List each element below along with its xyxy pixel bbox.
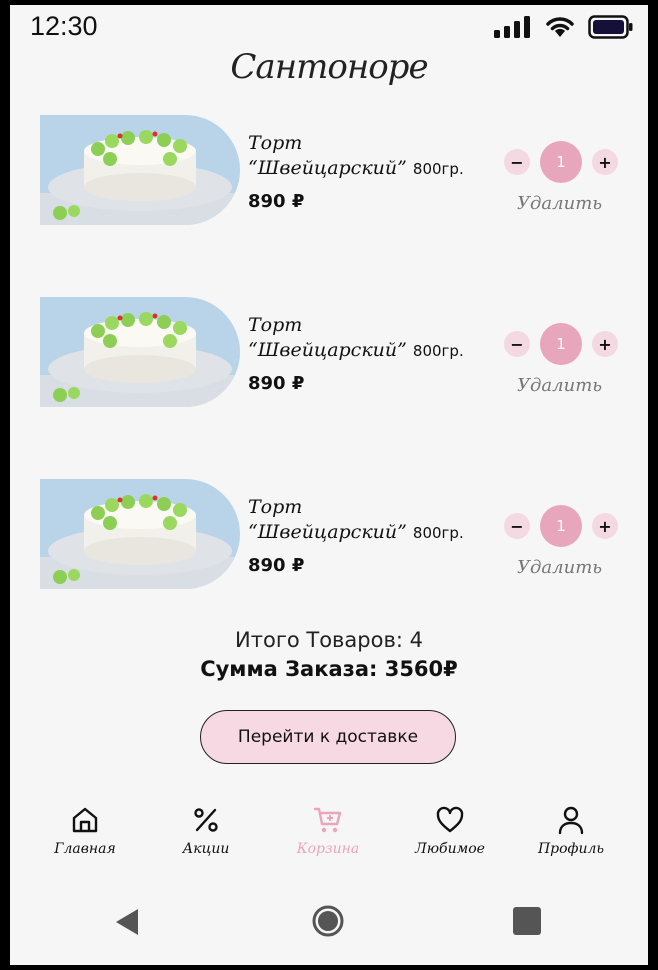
- cart-screen: 12:30 Сантоноре Торт “Швейцарский” 800гр…: [10, 5, 648, 965]
- tab-label: Любимое: [415, 841, 485, 857]
- recents-icon[interactable]: [513, 907, 541, 935]
- battery-icon: [588, 15, 633, 39]
- tab-home[interactable]: Главная: [35, 805, 135, 857]
- tab-favorites[interactable]: Любимое: [400, 805, 500, 857]
- quantity-stepper: − 1 +: [504, 141, 618, 183]
- cart-item: Торт “Швейцарский” 800гр. 890 ₽ − 1 + Уд…: [10, 479, 648, 589]
- product-name: Торт “Швейцарский” 800гр.: [248, 496, 464, 543]
- status-icons: [494, 15, 634, 39]
- tab-label: Акции: [182, 841, 230, 857]
- quantity-value: 1: [540, 323, 582, 365]
- cart-item: Торт “Швейцарский” 800гр. 890 ₽ − 1 + Уд…: [10, 297, 648, 407]
- tab-cart[interactable]: Корзина: [278, 805, 378, 857]
- increase-button[interactable]: +: [592, 513, 618, 539]
- brand-logo: Сантоноре: [230, 47, 428, 87]
- remove-button[interactable]: Удалить: [517, 193, 602, 214]
- product-weight: 800гр.: [412, 342, 464, 360]
- wifi-icon: [546, 17, 574, 37]
- cart-item: Торт “Швейцарский” 800гр. 890 ₽ − 1 + Уд…: [10, 115, 648, 225]
- decrease-button[interactable]: −: [504, 149, 530, 175]
- product-weight: 800гр.: [412, 524, 464, 542]
- increase-button[interactable]: +: [592, 149, 618, 175]
- tab-label: Профиль: [537, 841, 605, 857]
- product-image[interactable]: [40, 115, 240, 225]
- product-price: 890 ₽: [248, 555, 305, 576]
- back-icon[interactable]: [114, 907, 140, 937]
- remove-button[interactable]: Удалить: [517, 557, 602, 578]
- signal-icon: [494, 16, 530, 38]
- status-time: 12:30: [30, 11, 98, 41]
- product-weight: 800гр.: [412, 160, 464, 178]
- product-price: 890 ₽: [248, 191, 305, 212]
- quantity-stepper: − 1 +: [504, 323, 618, 365]
- items-total: Итого Товаров: 4: [235, 628, 423, 652]
- product-name: Торт “Швейцарский” 800гр.: [248, 314, 464, 361]
- order-sum: Сумма Заказа: 3560₽: [200, 657, 458, 681]
- go-to-delivery-button[interactable]: Перейти к доставке: [200, 710, 456, 764]
- quantity-stepper: − 1 +: [504, 505, 618, 547]
- product-price: 890 ₽: [248, 373, 305, 394]
- system-navigation-bar: [10, 885, 648, 965]
- quantity-value: 1: [540, 141, 582, 183]
- tab-label: Главная: [54, 841, 116, 857]
- decrease-button[interactable]: −: [504, 331, 530, 357]
- profile-icon: [558, 806, 584, 835]
- product-name: Торт “Швейцарский” 800гр.: [248, 132, 464, 179]
- percent-icon: [194, 808, 218, 832]
- heart-icon: [436, 806, 464, 833]
- remove-button[interactable]: Удалить: [517, 375, 602, 396]
- quantity-value: 1: [540, 505, 582, 547]
- product-image[interactable]: [40, 479, 240, 589]
- product-image[interactable]: [40, 297, 240, 407]
- bottom-tab-bar: Главная Акции Корзина Любимое Профиль: [10, 805, 648, 875]
- tab-profile[interactable]: Профиль: [521, 805, 621, 857]
- home-button-icon[interactable]: [312, 905, 344, 937]
- tab-promotions[interactable]: Акции: [156, 805, 256, 857]
- home-icon: [72, 807, 98, 833]
- tab-label: Корзина: [296, 841, 360, 857]
- status-bar: 12:30: [10, 5, 648, 49]
- decrease-button[interactable]: −: [504, 513, 530, 539]
- increase-button[interactable]: +: [592, 331, 618, 357]
- cart-icon: [313, 807, 342, 833]
